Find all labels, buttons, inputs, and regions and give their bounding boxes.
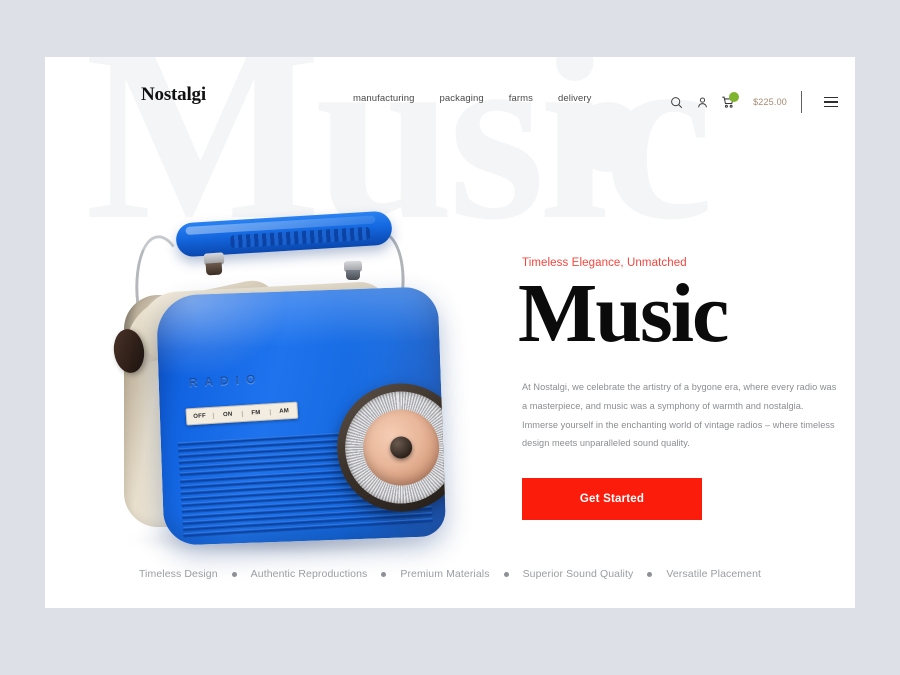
radio-switch-panel: OFF ON FM AM	[185, 401, 299, 426]
feature-separator-dot	[503, 571, 509, 577]
cart-total-price: $225.00	[753, 97, 787, 107]
radio-top-knob-left-stem	[205, 262, 223, 276]
switch-on: ON	[213, 410, 243, 419]
features-strip: Timeless Design Authentic Reproductions …	[45, 568, 855, 580]
feature-timeless-design: Timeless Design	[138, 568, 218, 580]
dial-cone	[360, 406, 442, 489]
cart-icon[interactable]	[715, 89, 741, 115]
feature-authentic-reproductions: Authentic Reproductions	[250, 568, 368, 580]
radio-illustration: RADIO OFF ON FM AM	[100, 187, 500, 587]
feature-premium-materials: Premium Materials	[400, 568, 490, 580]
account-icon[interactable]	[689, 89, 715, 115]
switch-off: OFF	[185, 412, 215, 420]
nav-item-packaging[interactable]: packaging	[440, 93, 484, 104]
switch-am: AM	[279, 407, 290, 415]
hero-card: Music Nostalgi manufacturing packaging f…	[45, 57, 855, 608]
switch-fm: FM	[242, 408, 271, 417]
header-actions: $225.00	[663, 89, 838, 115]
brand-logo[interactable]: Nostalgi	[141, 84, 206, 106]
hero-content: Timeless Elegance, Unmatched Music At No…	[518, 257, 842, 520]
site-header: Nostalgi manufacturing packaging farms d…	[45, 57, 855, 147]
header-divider	[801, 91, 802, 113]
feature-separator-dot	[381, 571, 387, 577]
cart-badge	[729, 92, 740, 102]
search-icon[interactable]	[663, 89, 689, 115]
dial-metal-ring	[341, 387, 447, 508]
radio-top-knob-right-stem	[346, 270, 360, 280]
nav-item-delivery[interactable]: delivery	[558, 93, 592, 104]
main-navigation: manufacturing packaging farms delivery	[353, 93, 592, 104]
handle-grip-ridges	[229, 226, 371, 249]
hamburger-menu-icon[interactable]	[824, 96, 838, 108]
nav-item-farms[interactable]: farms	[509, 93, 533, 104]
feature-separator-dot	[647, 571, 653, 577]
feature-separator-dot	[231, 571, 237, 577]
feature-superior-sound-quality: Superior Sound Quality	[522, 568, 634, 580]
feature-versatile-placement: Versatile Placement	[666, 568, 762, 580]
page-title: Music	[518, 267, 729, 360]
hero-paragraph: At Nostalgi, we celebrate the artistry o…	[522, 382, 837, 449]
radio-blue-body: RADIO OFF ON FM AM	[155, 286, 447, 546]
radio-brand-emboss: RADIO	[188, 371, 263, 390]
product-image-radio: RADIO OFF ON FM AM	[100, 187, 500, 587]
get-started-button[interactable]: Get Started	[522, 477, 702, 520]
nav-item-manufacturing[interactable]: manufacturing	[353, 93, 415, 104]
page-root: Music Nostalgi manufacturing packaging f…	[0, 0, 900, 675]
dial-center-knob	[389, 435, 413, 460]
